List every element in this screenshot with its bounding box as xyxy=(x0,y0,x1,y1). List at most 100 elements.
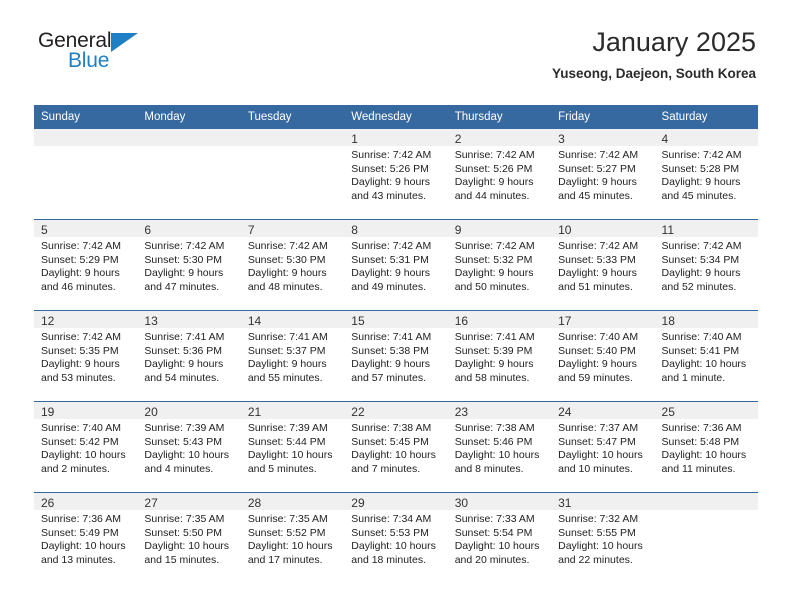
weekday-header-saturday: Saturday xyxy=(654,105,758,129)
sunrise-time: Sunrise: 7:41 AM xyxy=(144,331,225,343)
calendar-day-cell[interactable]: 7 Sunrise: 7:42 AM Sunset: 5:30 PM Daylight… xyxy=(240,219,345,311)
daylight-duration-line1: Daylight: 10 hours xyxy=(144,449,230,462)
calendar-day-cell[interactable]: 30 Sunrise: 7:33 AM Sunset: 5:54 PM Dayligh… xyxy=(447,492,552,583)
calendar-day-cell[interactable]: 28 Sunrise: 7:35 AM Sunset: 5:52 PM Dayligh… xyxy=(240,492,345,583)
daylight-duration-line1: Daylight: 10 hours xyxy=(41,540,126,553)
day-number xyxy=(654,493,758,510)
daylight-duration-line2: and 54 minutes. xyxy=(144,371,220,384)
calendar-day-cell[interactable]: 27 Sunrise: 7:35 AM Sunset: 5:50 PM Dayligh… xyxy=(137,492,241,583)
calendar-day-cell[interactable]: 5 Sunrise: 7:42 AM Sunset: 5:29 PM Daylight… xyxy=(34,219,138,311)
calendar-day-cell[interactable]: 1 Sunrise: 7:42 AM Sunset: 5:26 PM Daylight… xyxy=(344,129,448,220)
daylight-duration-line1: Daylight: 9 hours xyxy=(661,267,741,280)
calendar-day-cell[interactable]: 26 Sunrise: 7:36 AM Sunset: 5:49 PM Dayligh… xyxy=(34,492,138,583)
day-number: 13 xyxy=(137,311,241,328)
daylight-duration-line2: and 49 minutes. xyxy=(351,280,426,293)
daylight-duration-line1: Daylight: 9 hours xyxy=(351,176,431,189)
sunrise-time: Sunrise: 7:42 AM xyxy=(247,240,328,252)
daylight-duration-line1: Daylight: 9 hours xyxy=(247,358,327,371)
sunset-time: Sunset: 5:31 PM xyxy=(351,253,429,266)
day-number: 22 xyxy=(344,402,448,419)
day-details: Sunrise: 7:42 AM Sunset: 5:28 PM Daylight:… xyxy=(655,146,758,203)
calendar-page: General Blue January 2025 Yuseong, Daeje… xyxy=(0,0,792,612)
calendar-day-cell[interactable]: 18 Sunrise: 7:40 AM Sunset: 5:41 PM Dayligh… xyxy=(654,310,758,402)
calendar-body: 1 Sunrise: 7:42 AM Sunset: 5:26 PM Daylight… xyxy=(34,129,758,583)
calendar-day-cell[interactable]: 12 Sunrise: 7:42 AM Sunset: 5:35 PM Dayligh… xyxy=(34,310,138,402)
daylight-duration-line2: and 7 minutes. xyxy=(351,462,421,475)
calendar-day-cell[interactable]: 13 Sunrise: 7:41 AM Sunset: 5:36 PM Dayligh… xyxy=(137,310,241,402)
day-number: 20 xyxy=(137,402,241,419)
calendar-day-cell-empty xyxy=(654,492,758,583)
calendar-day-cell[interactable]: 25 Sunrise: 7:36 AM Sunset: 5:48 PM Dayligh… xyxy=(654,401,758,493)
day-number: 17 xyxy=(551,311,655,328)
daylight-duration-line1: Daylight: 9 hours xyxy=(144,358,224,371)
calendar-day-cell[interactable]: 24 Sunrise: 7:37 AM Sunset: 5:47 PM Dayligh… xyxy=(551,401,655,493)
calendar-day-cell[interactable]: 6 Sunrise: 7:42 AM Sunset: 5:30 PM Daylight… xyxy=(137,219,241,311)
daylight-duration-line1: Daylight: 10 hours xyxy=(144,540,230,553)
day-number: 2 xyxy=(447,129,552,146)
day-details: Sunrise: 7:42 AM Sunset: 5:30 PM Daylight:… xyxy=(241,237,344,294)
weekday-header-thursday: Thursday xyxy=(447,105,552,129)
calendar-day-cell-empty xyxy=(137,129,241,220)
day-details: Sunrise: 7:35 AM Sunset: 5:52 PM Daylight:… xyxy=(241,510,344,567)
daylight-duration-line2: and 45 minutes. xyxy=(558,189,633,202)
calendar-day-cell[interactable]: 15 Sunrise: 7:41 AM Sunset: 5:38 PM Dayligh… xyxy=(344,310,448,402)
day-number: 4 xyxy=(654,129,758,146)
daylight-duration-line2: and 45 minutes. xyxy=(661,189,737,202)
sunset-time: Sunset: 5:53 PM xyxy=(351,526,429,539)
sunrise-time: Sunrise: 7:35 AM xyxy=(247,513,328,525)
calendar-day-cell[interactable]: 9 Sunrise: 7:42 AM Sunset: 5:32 PM Daylight… xyxy=(447,219,552,311)
day-details: Sunrise: 7:38 AM Sunset: 5:46 PM Daylight:… xyxy=(448,419,551,476)
calendar-week-row: 5 Sunrise: 7:42 AM Sunset: 5:29 PM Daylight… xyxy=(34,219,758,311)
daylight-duration-line1: Daylight: 10 hours xyxy=(661,358,747,371)
calendar-week-row: 19 Sunrise: 7:40 AM Sunset: 5:42 PM Dayligh… xyxy=(34,401,758,493)
logo-triangle-icon xyxy=(111,33,138,52)
calendar-day-cell[interactable]: 22 Sunrise: 7:38 AM Sunset: 5:45 PM Dayligh… xyxy=(344,401,448,493)
calendar-day-cell[interactable]: 2 Sunrise: 7:42 AM Sunset: 5:26 PM Daylight… xyxy=(447,129,552,220)
day-details: Sunrise: 7:42 AM Sunset: 5:26 PM Daylight:… xyxy=(448,146,551,203)
sunset-time: Sunset: 5:54 PM xyxy=(454,526,533,539)
sunset-time: Sunset: 5:30 PM xyxy=(247,253,326,266)
calendar-day-cell[interactable]: 10 Sunrise: 7:42 AM Sunset: 5:33 PM Dayligh… xyxy=(551,219,655,311)
day-number xyxy=(240,129,345,146)
day-number: 31 xyxy=(551,493,655,510)
title-block: January 2025 Yuseong, Daejeon, South Kor… xyxy=(552,26,756,83)
daylight-duration-line1: Daylight: 9 hours xyxy=(41,267,120,280)
sunset-time: Sunset: 5:30 PM xyxy=(144,253,223,266)
daylight-duration-line1: Daylight: 9 hours xyxy=(454,267,534,280)
calendar-day-cell[interactable]: 31 Sunrise: 7:32 AM Sunset: 5:55 PM Dayligh… xyxy=(551,492,655,583)
daylight-duration-line1: Daylight: 9 hours xyxy=(41,358,120,371)
calendar-day-cell[interactable]: 8 Sunrise: 7:42 AM Sunset: 5:31 PM Daylight… xyxy=(344,219,448,311)
sunrise-time: Sunrise: 7:42 AM xyxy=(454,240,535,252)
calendar-header-row: Sunday Monday Tuesday Wednesday Thursday… xyxy=(34,105,758,129)
day-details: Sunrise: 7:42 AM Sunset: 5:30 PM Daylight:… xyxy=(137,237,240,294)
calendar-day-cell-empty xyxy=(240,129,345,220)
daylight-duration-line1: Daylight: 9 hours xyxy=(454,358,534,371)
daylight-duration-line2: and 52 minutes. xyxy=(661,280,737,293)
sunrise-time: Sunrise: 7:36 AM xyxy=(661,422,742,434)
sunrise-time: Sunrise: 7:39 AM xyxy=(144,422,225,434)
calendar-day-cell[interactable]: 3 Sunrise: 7:42 AM Sunset: 5:27 PM Daylight… xyxy=(551,129,655,220)
calendar-day-cell[interactable]: 20 Sunrise: 7:39 AM Sunset: 5:43 PM Dayligh… xyxy=(137,401,241,493)
calendar-day-cell[interactable]: 29 Sunrise: 7:34 AM Sunset: 5:53 PM Dayligh… xyxy=(344,492,448,583)
calendar-day-cell[interactable]: 4 Sunrise: 7:42 AM Sunset: 5:28 PM Daylight… xyxy=(654,129,758,220)
daylight-duration-line2: and 13 minutes. xyxy=(41,553,116,566)
calendar-day-cell[interactable]: 14 Sunrise: 7:41 AM Sunset: 5:37 PM Dayligh… xyxy=(240,310,345,402)
calendar-day-cell[interactable]: 16 Sunrise: 7:41 AM Sunset: 5:39 PM Dayligh… xyxy=(447,310,552,402)
sunrise-time: Sunrise: 7:42 AM xyxy=(558,149,639,161)
calendar-day-cell[interactable]: 19 Sunrise: 7:40 AM Sunset: 5:42 PM Dayligh… xyxy=(34,401,138,493)
day-details: Sunrise: 7:41 AM Sunset: 5:38 PM Daylight:… xyxy=(344,328,447,385)
day-details: Sunrise: 7:42 AM Sunset: 5:29 PM Daylight:… xyxy=(34,237,137,294)
day-details: Sunrise: 7:38 AM Sunset: 5:45 PM Daylight:… xyxy=(344,419,447,476)
calendar-day-cell[interactable]: 21 Sunrise: 7:39 AM Sunset: 5:44 PM Dayligh… xyxy=(240,401,345,493)
day-number: 3 xyxy=(551,129,655,146)
sunset-time: Sunset: 5:40 PM xyxy=(558,344,636,357)
day-details: Sunrise: 7:42 AM Sunset: 5:31 PM Daylight:… xyxy=(344,237,447,294)
sunrise-time: Sunrise: 7:32 AM xyxy=(558,513,639,525)
calendar-day-cell[interactable]: 11 Sunrise: 7:42 AM Sunset: 5:34 PM Dayligh… xyxy=(654,219,758,311)
calendar-day-cell[interactable]: 17 Sunrise: 7:40 AM Sunset: 5:40 PM Dayligh… xyxy=(551,310,655,402)
generalblue-logo[interactable]: General Blue xyxy=(38,30,168,82)
calendar-day-cell[interactable]: 23 Sunrise: 7:38 AM Sunset: 5:46 PM Dayligh… xyxy=(447,401,552,493)
sunset-time: Sunset: 5:35 PM xyxy=(41,344,119,357)
day-number: 27 xyxy=(137,493,241,510)
day-number: 7 xyxy=(240,220,345,237)
